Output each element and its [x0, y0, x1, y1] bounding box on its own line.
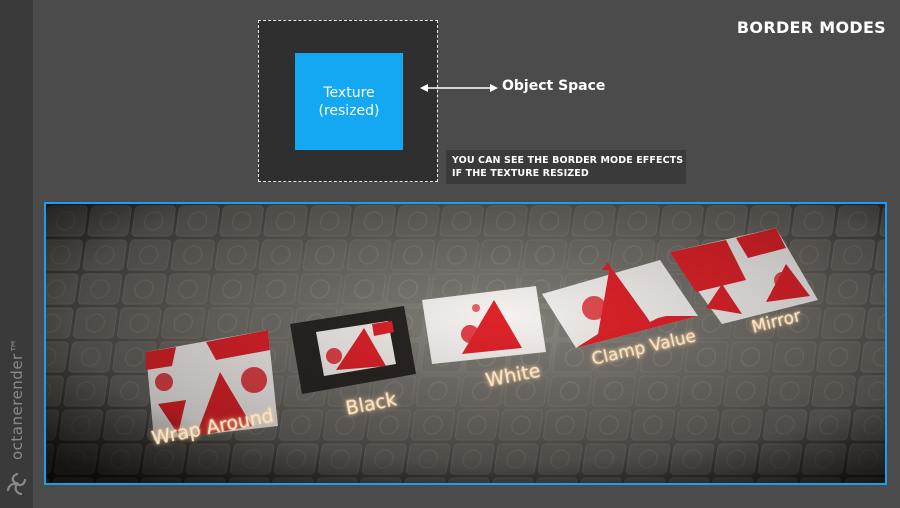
note-box: YOU CAN SEE THE BORDER MODE EFFECTS IF T…: [446, 150, 686, 184]
object-space-label: Object Space: [502, 78, 606, 94]
texture-resized-box: Texture (resized): [295, 53, 403, 150]
note-line-1: YOU CAN SEE THE BORDER MODE EFFECTS: [452, 155, 684, 166]
slide: octanerender™ BORDER MODES Texture (resi…: [0, 0, 900, 508]
octane-logo-icon: [6, 472, 27, 496]
page-title: BORDER MODES: [736, 18, 886, 37]
render-preview: Wrap Around Black White Clamp Value Mirr…: [44, 202, 887, 485]
note-line-2: IF THE TEXTURE RESIZED: [452, 168, 589, 179]
texture-label: Texture: [323, 84, 375, 101]
brand-strip: octanerender™: [0, 0, 33, 508]
brand-name: octanerender™: [8, 337, 26, 460]
double-arrow-icon: [420, 84, 498, 92]
texture-resized-label: (resized): [318, 102, 380, 119]
brand-wordmark: octanerender™: [4, 300, 28, 460]
